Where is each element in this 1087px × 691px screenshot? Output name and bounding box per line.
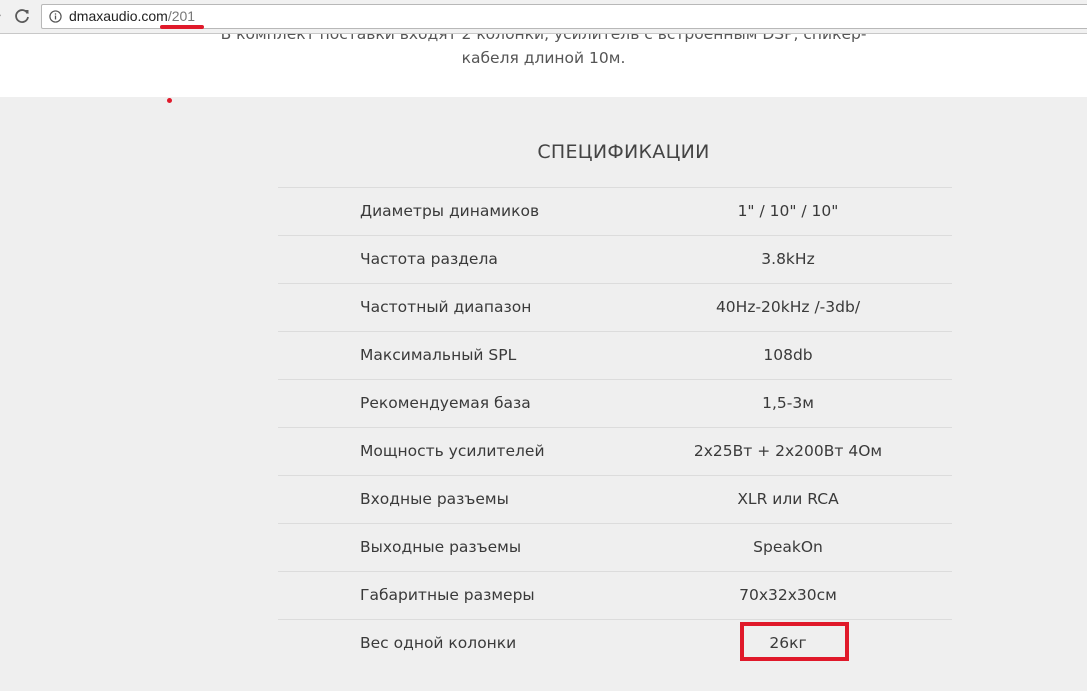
spec-label: Частота раздела: [360, 250, 498, 268]
spec-value: XLR или RCA: [737, 490, 839, 508]
browser-toolbar: › dmaxaudio.com/201: [0, 0, 1087, 34]
spec-value: 2x25Вт + 2x200Вт 4Ом: [693, 442, 883, 460]
url-path: /201: [167, 8, 196, 24]
annotation-highlight-box: [740, 622, 849, 661]
url-text: dmaxaudio.com/201: [69, 8, 195, 24]
intro-section: В комплект поставки входят 2 колонки, ус…: [0, 34, 1087, 97]
spec-label: Рекомендуемая база: [360, 394, 531, 412]
spec-value: 1,5-3м: [762, 394, 814, 412]
intro-line: В комплект поставки входят 2 колонки, ус…: [220, 34, 867, 43]
spec-row: Частота раздела 3.8kHz: [278, 236, 952, 284]
spec-row: Мощность усилителей 2x25Вт + 2x200Вт 4Ом: [278, 428, 952, 476]
annotation-dot: [167, 98, 172, 103]
spec-row: Вес одной колонки 26кг: [278, 620, 952, 667]
spec-row: Габаритные размеры 70x32x30см: [278, 572, 952, 620]
spec-row: Максимальный SPL 108db: [278, 332, 952, 380]
spec-value: 108db: [763, 346, 813, 364]
reload-icon[interactable]: [12, 6, 32, 26]
spec-row: Входные разъемы XLR или RCA: [278, 476, 952, 524]
annotation-underline: [160, 25, 204, 29]
forward-arrow-icon[interactable]: ›: [0, 8, 2, 22]
spec-row: Выходные разъемы SpeakOn: [278, 524, 952, 572]
spec-label: Выходные разъемы: [360, 538, 522, 556]
spec-label: Входные разъемы: [360, 490, 509, 508]
spec-row: Частотный диапазон 40Hz-20kHz /-3db/: [278, 284, 952, 332]
specs-title: СПЕЦИФИКАЦИИ: [537, 141, 710, 163]
spec-label: Вес одной колонки: [360, 634, 517, 652]
specs-table: Диаметры динамиков 1" / 10" / 10" Частот…: [278, 187, 952, 667]
spec-value: 1" / 10" / 10": [737, 202, 839, 220]
intro-text: В комплект поставки входят 2 колонки, ус…: [0, 34, 1087, 70]
spec-label: Диаметры динамиков: [360, 202, 540, 220]
spec-value: SpeakOn: [753, 538, 823, 556]
spec-row: Диаметры динамиков 1" / 10" / 10": [278, 188, 952, 236]
url-domain: dmaxaudio.com: [69, 8, 168, 24]
spec-value: 3.8kHz: [761, 250, 815, 268]
spec-label: Частотный диапазон: [360, 298, 532, 316]
spec-label: Габаритные размеры: [360, 586, 535, 604]
spec-label: Максимальный SPL: [360, 346, 517, 364]
spec-value: 40Hz-20kHz /-3db/: [715, 298, 861, 316]
info-icon[interactable]: [49, 10, 62, 23]
spec-row: Рекомендуемая база 1,5-3м: [278, 380, 952, 428]
spec-label: Мощность усилителей: [360, 442, 545, 460]
spec-value: 70x32x30см: [739, 586, 837, 604]
intro-line: кабеля длиной 10м.: [461, 49, 626, 67]
